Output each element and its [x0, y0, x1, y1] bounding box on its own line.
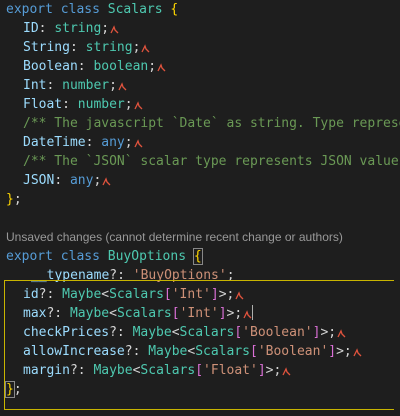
- scalars-type: Scalars: [116, 306, 172, 321]
- person-icon[interactable]: [243, 310, 252, 319]
- code-line-field-string[interactable]: String: string;: [0, 38, 400, 57]
- scalars-type: Scalars: [179, 325, 235, 340]
- class-keyword: class: [60, 2, 100, 17]
- code-line-field-datetime[interactable]: DateTime: any;: [0, 133, 400, 152]
- person-icon[interactable]: [337, 329, 346, 338]
- maybe-type: Maybe: [62, 287, 102, 302]
- field-type: any: [101, 135, 125, 150]
- field-name: JSON: [23, 173, 55, 188]
- code-line-typename[interactable]: __typename?: 'BuyOptions';: [0, 266, 400, 285]
- scalar-key: 'Float': [203, 363, 258, 378]
- field-name: Boolean: [23, 59, 78, 74]
- code-line-field-int[interactable]: Int: number;: [0, 76, 400, 95]
- code-line-field-boolean[interactable]: Boolean: boolean;: [0, 57, 400, 76]
- person-icon[interactable]: [134, 139, 143, 148]
- person-icon[interactable]: [157, 63, 166, 72]
- field-name: String: [23, 40, 70, 55]
- code-line-buyoptions-close[interactable]: };: [0, 380, 400, 399]
- code-line-field-checkprices-opt[interactable]: checkPrices?: Maybe<Scalars['Boolean']>;: [0, 323, 400, 342]
- code-editor[interactable]: export class Scalars { ID: string; Strin…: [0, 0, 400, 416]
- open-brace: {: [192, 248, 203, 265]
- field-type: string: [85, 40, 133, 55]
- maybe-type: Maybe: [93, 363, 133, 378]
- field-name: Float: [23, 97, 63, 112]
- field-type: string: [54, 21, 102, 36]
- field-name: checkPrices: [23, 325, 110, 340]
- person-icon[interactable]: [141, 44, 150, 53]
- person-icon[interactable]: [282, 367, 291, 376]
- person-icon[interactable]: [110, 25, 119, 34]
- code-line-field-json[interactable]: JSON: any;: [0, 171, 400, 190]
- open-brace: {: [170, 2, 179, 17]
- person-icon[interactable]: [102, 177, 111, 186]
- person-icon[interactable]: [134, 101, 143, 110]
- blame-codelens[interactable]: Unsaved changes (cannot determine recent…: [0, 228, 400, 247]
- scalar-key: 'Boolean': [242, 325, 313, 340]
- field-name: max: [23, 306, 47, 321]
- code-line-field-max-opt[interactable]: max?: Maybe<Scalars['Int']>;: [0, 304, 400, 323]
- field-name: DateTime: [23, 135, 86, 150]
- export-keyword: export: [6, 249, 53, 264]
- maybe-type: Maybe: [148, 344, 188, 359]
- code-line-field-float[interactable]: Float: number;: [0, 95, 400, 114]
- close-brace: }: [5, 381, 15, 398]
- person-icon[interactable]: [118, 82, 127, 91]
- field-name: allowIncrease: [23, 344, 125, 359]
- code-line-comment-json[interactable]: /** The `JSON` scalar type represents JS…: [0, 152, 400, 171]
- class-name-buyoptions: BuyOptions: [107, 249, 187, 264]
- scalars-type: Scalars: [195, 344, 250, 359]
- code-line-field-margin-opt[interactable]: margin?: Maybe<Scalars['Float']>;: [0, 361, 400, 380]
- field-type: boolean: [93, 59, 149, 74]
- close-brace: }: [6, 192, 14, 207]
- string-literal: 'BuyOptions': [132, 268, 227, 283]
- person-icon[interactable]: [353, 348, 362, 357]
- scalar-key: 'Int': [171, 287, 211, 302]
- class-name-scalars: Scalars: [107, 2, 163, 17]
- maybe-type: Maybe: [69, 306, 110, 321]
- field-name: __typename: [31, 268, 110, 283]
- code-line-field-allowincrease-opt[interactable]: allowIncrease?: Maybe<Scalars['Boolean']…: [0, 342, 400, 361]
- scalars-type: Scalars: [140, 363, 196, 378]
- text-cursor: [252, 305, 254, 320]
- scalar-key: 'Int': [179, 306, 219, 321]
- doc-comment: /** The `JSON` scalar type represents JS…: [23, 154, 400, 169]
- field-name: Int: [23, 78, 47, 93]
- export-keyword: export: [6, 2, 53, 17]
- field-type: number: [77, 97, 125, 112]
- field-name: margin: [23, 363, 70, 378]
- person-icon[interactable]: [235, 291, 244, 300]
- field-type: number: [62, 78, 110, 93]
- field-name: ID: [23, 21, 39, 36]
- code-line-buyoptions-decl[interactable]: export class BuyOptions {: [0, 247, 400, 266]
- code-line-field-id-opt[interactable]: id?: Maybe<Scalars['Int']>;: [0, 285, 400, 304]
- doc-comment: /** The javascript `Date` as string. Typ…: [23, 116, 400, 131]
- code-line-blank[interactable]: [0, 209, 400, 228]
- scalar-key: 'Boolean': [257, 344, 329, 359]
- class-keyword: class: [60, 249, 100, 264]
- field-name: id: [23, 287, 39, 302]
- code-line-scalars-close[interactable]: };: [0, 190, 400, 209]
- scalars-type: Scalars: [109, 287, 164, 302]
- code-line-field-id[interactable]: ID: string;: [0, 19, 400, 38]
- code-line-comment-date[interactable]: /** The javascript `Date` as string. Typ…: [0, 114, 400, 133]
- maybe-type: Maybe: [132, 325, 172, 340]
- code-line-scalars-decl[interactable]: export class Scalars {: [0, 0, 400, 19]
- field-type: any: [69, 173, 94, 188]
